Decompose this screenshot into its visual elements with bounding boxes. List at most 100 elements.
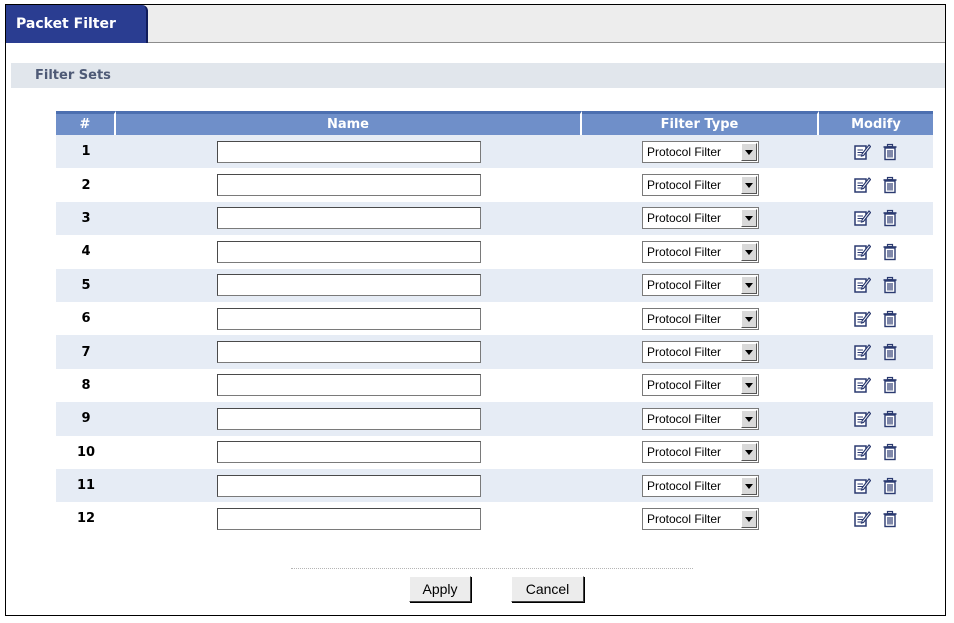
filter-type-select[interactable]: Protocol Filter [642,441,759,464]
row-number: 10 [76,444,96,460]
chevron-down-icon[interactable] [741,242,757,261]
row-number: 12 [76,511,96,527]
button-bar: Apply Cancel [291,568,693,609]
chevron-down-icon[interactable] [741,509,757,528]
trash-icon[interactable] [881,410,899,428]
edit-icon[interactable] [853,477,871,495]
table-row: 1 Protocol Filter [56,135,933,169]
name-input[interactable] [217,474,481,497]
chevron-down-icon[interactable] [741,276,757,295]
table-row: 5 Protocol Filter [56,268,933,302]
name-cell [116,235,582,268]
trash-icon[interactable] [881,243,899,261]
table-row: 2 Protocol Filter [56,168,933,201]
trash-icon[interactable] [881,143,899,161]
tab-packet-filter[interactable]: Packet Filter [6,5,148,43]
trash-icon[interactable] [881,343,899,361]
filter-type-value: Protocol Filter [647,378,722,393]
name-input[interactable] [217,307,481,330]
filter-type-cell: Protocol Filter [582,436,819,469]
modify-cell [819,436,933,469]
edit-icon[interactable] [853,176,871,194]
table-row: 10 Protocol Filter [56,436,933,469]
edit-icon[interactable] [853,376,871,394]
filter-type-select[interactable]: Protocol Filter [642,341,759,364]
row-number: 1 [56,135,116,169]
trash-icon[interactable] [881,209,899,227]
filter-type-cell: Protocol Filter [582,235,819,268]
filter-type-select[interactable]: Protocol Filter [642,507,759,530]
trash-icon[interactable] [881,376,899,394]
chevron-down-icon[interactable] [741,176,757,195]
name-cell [116,436,582,469]
chevron-down-icon[interactable] [741,443,757,462]
name-cell [116,268,582,302]
filter-type-cell: Protocol Filter [582,369,819,402]
edit-icon[interactable] [853,143,871,161]
filter-type-cell: Protocol Filter [582,468,819,503]
apply-button[interactable]: Apply [409,576,471,602]
col-name-header: Name [116,111,582,135]
filter-type-select[interactable]: Protocol Filter [642,207,759,230]
edit-icon[interactable] [853,310,871,328]
edit-icon[interactable] [853,443,871,461]
filter-type-select[interactable]: Protocol Filter [642,274,759,297]
trash-icon[interactable] [881,276,899,294]
table-row: 11 Protocol Filter [56,468,933,503]
col-number-header: # [56,111,116,135]
name-input[interactable] [217,407,481,430]
name-input[interactable] [217,341,481,364]
edit-icon[interactable] [853,410,871,428]
table-row: 4 Protocol Filter [56,235,933,268]
name-cell [116,502,582,535]
filter-type-select[interactable]: Protocol Filter [642,307,759,330]
row-number: 11 [56,468,116,503]
name-input[interactable] [217,274,481,297]
filter-type-select[interactable]: Protocol Filter [642,407,759,430]
chevron-down-icon[interactable] [741,343,757,362]
edit-icon[interactable] [853,209,871,227]
filter-type-cell: Protocol Filter [582,402,819,436]
name-cell [116,302,582,335]
table-header-row: # Name Filter Type Modify [56,111,933,135]
chevron-down-icon[interactable] [741,142,757,161]
name-input[interactable] [217,207,481,230]
name-input[interactable] [217,140,481,163]
name-input[interactable] [217,174,481,197]
edit-icon[interactable] [853,510,871,528]
filter-type-select[interactable]: Protocol Filter [642,374,759,397]
trash-icon[interactable] [881,477,899,495]
trash-icon[interactable] [881,443,899,461]
edit-icon[interactable] [853,243,871,261]
cancel-button[interactable]: Cancel [511,576,584,602]
modify-cell [819,201,933,236]
name-cell [116,168,582,201]
chevron-down-icon[interactable] [741,376,757,395]
name-input[interactable] [217,240,481,263]
name-input[interactable] [217,374,481,397]
row-number: 8 [81,377,91,393]
modify-cell [819,335,933,369]
name-cell [116,201,582,236]
modify-cell [819,369,933,402]
filter-type-select[interactable]: Protocol Filter [642,174,759,197]
chevron-down-icon[interactable] [741,209,757,228]
filter-type-select[interactable]: Protocol Filter [642,140,759,163]
chevron-down-icon[interactable] [741,409,757,428]
chevron-down-icon[interactable] [741,476,757,495]
modify-cell [819,468,933,503]
filter-type-select[interactable]: Protocol Filter [642,474,759,497]
name-input[interactable] [217,441,481,464]
table-row: 6 Protocol Filter [56,302,933,335]
modify-cell [819,268,933,302]
trash-icon[interactable] [881,176,899,194]
filter-type-value: Protocol Filter [647,278,722,293]
edit-icon[interactable] [853,276,871,294]
edit-icon[interactable] [853,343,871,361]
table-row: 3 Protocol Filter [56,201,933,236]
trash-icon[interactable] [881,310,899,328]
name-input[interactable] [217,507,481,530]
chevron-down-icon[interactable] [741,309,757,328]
filter-type-select[interactable]: Protocol Filter [642,240,759,263]
trash-icon[interactable] [881,510,899,528]
